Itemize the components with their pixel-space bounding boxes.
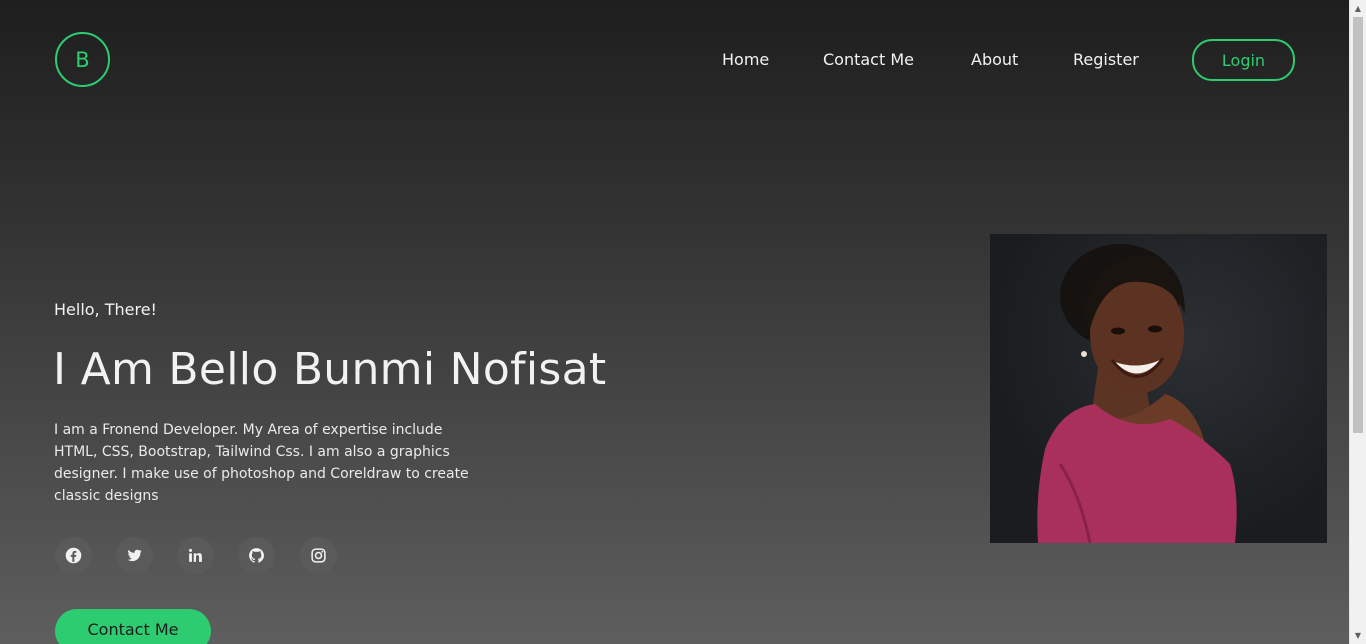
- nav-contact-link[interactable]: Contact Me: [823, 48, 914, 72]
- nav-about-link[interactable]: About: [971, 48, 1018, 72]
- login-button[interactable]: Login: [1192, 39, 1295, 81]
- scroll-up-arrow-icon[interactable]: ▲: [1350, 0, 1366, 17]
- github-link[interactable]: [238, 537, 275, 574]
- instagram-link[interactable]: [300, 537, 337, 574]
- contact-me-button[interactable]: Contact Me: [55, 609, 211, 644]
- linkedin-link[interactable]: [177, 537, 214, 574]
- facebook-icon: [65, 547, 82, 564]
- scroll-thumb[interactable]: [1353, 17, 1363, 433]
- scroll-down-arrow-icon[interactable]: ▼: [1350, 627, 1366, 644]
- hero-bio: I am a Fronend Developer. My Area of exp…: [54, 422, 469, 504]
- portrait-illustration: [1037, 244, 1237, 543]
- nav-home-link[interactable]: Home: [722, 48, 769, 72]
- facebook-link[interactable]: [55, 537, 92, 574]
- main-nav: Home Contact Me About Register: [0, 48, 1349, 72]
- twitter-icon: [127, 549, 142, 562]
- linkedin-icon: [188, 548, 202, 562]
- profile-photo: [990, 234, 1327, 543]
- page: B Home Contact Me About Register Login H…: [0, 0, 1349, 644]
- hero-greeting: Hello, There!: [54, 300, 157, 319]
- twitter-link[interactable]: [116, 537, 153, 574]
- instagram-icon: [311, 548, 326, 563]
- nav-register-link[interactable]: Register: [1073, 48, 1139, 72]
- hero-title: I Am Bello Bunmi Nofisat: [53, 344, 607, 395]
- vertical-scrollbar[interactable]: ▲ ▼: [1349, 0, 1366, 644]
- github-icon: [249, 548, 265, 563]
